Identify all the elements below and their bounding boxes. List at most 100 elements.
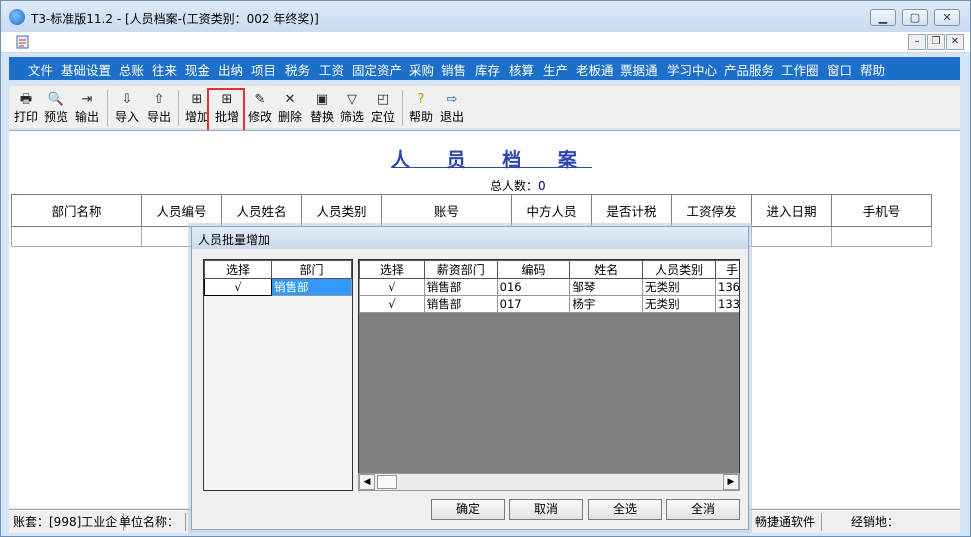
menu-production[interactable]: 生产	[543, 60, 568, 79]
emp-dept-cell: 销售部	[423, 295, 498, 313]
menu-general-ledger[interactable]: 总账	[119, 60, 144, 79]
emp-select-cell[interactable]: √	[359, 295, 425, 313]
employee-grid: 选择 薪资部门 编码 姓名 人员类别 手 √ 销售部 016 邹琴 无类别 13…	[358, 259, 740, 491]
menu-cashier[interactable]: 出纳	[218, 60, 243, 79]
col-emp-no[interactable]: 人员编号	[141, 194, 222, 227]
replace-icon: ▣	[315, 92, 329, 107]
title-bar: T3-标准版11.2 - [人员档案-(工资类别：002 年终奖)] ▁ ▢ ✕	[1, 1, 970, 32]
help-button[interactable]: ? 帮助	[406, 88, 436, 128]
grid-header-row: 部门名称 人员编号 人员姓名 人员类别 账号 中方人员 是否计税 工资停发 进入…	[11, 194, 932, 227]
horizontal-scrollbar[interactable]: ◀ ▶	[358, 473, 740, 491]
emp-col-select[interactable]: 选择	[359, 260, 425, 279]
menu-product-service[interactable]: 产品服务	[724, 60, 774, 79]
col-account-no[interactable]: 账号	[381, 194, 512, 227]
batch-add-dialog: 人员批量增加 选择 部门 √ 销售部 选择 薪资部门 编码 姓名 人员类别 手 …	[191, 226, 749, 530]
emp-category-cell: 无类别	[642, 295, 716, 313]
scroll-thumb[interactable]	[377, 475, 397, 489]
dept-select-cell[interactable]: √	[204, 278, 272, 296]
menu-accounts[interactable]: 往来	[152, 60, 177, 79]
col-mobile[interactable]: 手机号	[831, 194, 932, 227]
menu-cash[interactable]: 现金	[185, 60, 210, 79]
export-button[interactable]: ⇧ 导出	[144, 88, 174, 128]
import-button[interactable]: ⇩ 导入	[112, 88, 142, 128]
menu-inventory[interactable]: 库存	[475, 60, 500, 79]
menu-basic-settings[interactable]: 基础设置	[61, 60, 111, 79]
total-count-value: 0	[538, 179, 546, 193]
preview-icon: 🔍	[47, 92, 65, 107]
table-row[interactable]: √ 销售部 017 杨宇 无类别 133	[359, 295, 739, 313]
menu-project[interactable]: 项目	[251, 60, 276, 79]
emp-col-name[interactable]: 姓名	[569, 260, 644, 279]
col-taxable[interactable]: 是否计税	[591, 194, 672, 227]
col-pay-stopped[interactable]: 工资停发	[671, 194, 752, 227]
emp-select-cell[interactable]: √	[359, 278, 425, 296]
col-dept-name[interactable]: 部门名称	[11, 194, 142, 227]
batch-add-highlight	[207, 88, 245, 132]
toolbar: 🖶 打印 🔍 预览 ⇥ 输出 ⇩ 导入 ⇧ 导出 ⊞ 增加 ⊞ 批增 ✎ 修改 ✕ 删除 ▣ 替换 …	[9, 85, 960, 128]
total-count: 总人数：0	[490, 179, 546, 193]
preview-button[interactable]: 🔍 预览	[42, 88, 70, 128]
menu-help[interactable]: 帮助	[860, 60, 885, 79]
menu-file[interactable]: 文件	[28, 60, 53, 79]
print-button[interactable]: 🖶 打印	[12, 88, 40, 128]
help-icon: ?	[417, 92, 425, 107]
filter-icon: ▽	[347, 92, 357, 107]
ok-button[interactable]: 确定	[431, 499, 505, 520]
cancel-button[interactable]: 取消	[509, 499, 583, 520]
menu-tax[interactable]: 税务	[285, 60, 310, 79]
replace-button[interactable]: ▣ 替换	[307, 88, 337, 128]
col-emp-category[interactable]: 人员类别	[301, 194, 382, 227]
status-dealer: 经销地：	[851, 515, 900, 529]
deselect-all-button[interactable]: 全消	[666, 499, 740, 520]
emp-col-phone[interactable]: 手	[715, 260, 739, 279]
dialog-title: 人员批量增加	[198, 233, 271, 247]
close-button[interactable]: ✕	[934, 9, 960, 26]
menu-learning-center[interactable]: 学习中心	[667, 60, 717, 79]
export-out-icon: ⇧	[153, 92, 165, 107]
select-all-button[interactable]: 全选	[588, 499, 662, 520]
emp-col-dept[interactable]: 薪资部门	[423, 260, 498, 279]
menu-window[interactable]: 窗口	[827, 60, 852, 79]
child-restore-button[interactable]: ❐	[927, 34, 945, 50]
table-row[interactable]: √ 销售部 016 邹琴 无类别 136	[359, 278, 739, 296]
exit-button[interactable]: ⇨ 退出	[437, 88, 467, 128]
menu-accounting[interactable]: 核算	[509, 60, 534, 79]
dept-col-dept[interactable]: 部门	[271, 260, 352, 279]
department-table: 选择 部门 √ 销售部	[204, 260, 352, 296]
scroll-right-icon[interactable]: ▶	[723, 474, 739, 490]
exit-icon: ⇨	[446, 92, 458, 107]
filter-button[interactable]: ▽ 筛选	[337, 88, 367, 128]
locate-button[interactable]: ◰ 定位	[368, 88, 398, 128]
child-minimize-button[interactable]: –	[908, 34, 926, 50]
menu-invoice-link[interactable]: 票据通	[620, 60, 658, 79]
edit-button[interactable]: ✎ 修改	[245, 88, 275, 128]
minimize-button[interactable]: ▁	[870, 9, 896, 26]
menu-work-circle[interactable]: 工作圈	[781, 60, 819, 79]
dept-col-select[interactable]: 选择	[204, 260, 272, 279]
delete-button[interactable]: ✕ 删除	[275, 88, 305, 128]
emp-col-category[interactable]: 人员类别	[642, 260, 716, 279]
menu-fixed-assets[interactable]: 固定资产	[352, 60, 402, 79]
menu-payroll[interactable]: 工资	[319, 60, 344, 79]
emp-col-code[interactable]: 编码	[496, 260, 571, 279]
window-title: T3-标准版11.2 - [人员档案-(工资类别：002 年终奖)]	[31, 12, 319, 26]
emp-category-cell: 无类别	[642, 278, 716, 296]
output-button[interactable]: ⇥ 输出	[72, 88, 102, 128]
menu-sales[interactable]: 销售	[441, 60, 466, 79]
emp-name-cell: 杨宇	[569, 295, 644, 313]
status-unit: 单位名称：	[119, 513, 187, 531]
menu-boss-link[interactable]: 老板通	[576, 60, 614, 79]
menu-purchase[interactable]: 采购	[409, 60, 434, 79]
col-emp-name[interactable]: 人员姓名	[221, 194, 302, 227]
scroll-left-icon[interactable]: ◀	[359, 474, 375, 490]
col-entry-date[interactable]: 进入日期	[751, 194, 832, 227]
dialog-title-bar: 人员批量增加	[192, 227, 748, 249]
col-chinese-staff[interactable]: 中方人员	[511, 194, 592, 227]
delete-icon: ✕	[284, 92, 296, 107]
list-item[interactable]: √ 销售部	[204, 278, 352, 296]
import-icon: ⇩	[121, 92, 133, 107]
child-close-button[interactable]: ✕	[946, 34, 964, 50]
maximize-button[interactable]: ▢	[902, 9, 928, 26]
emp-name-cell: 邹琴	[569, 278, 644, 296]
dept-name-cell[interactable]: 销售部	[271, 278, 352, 296]
